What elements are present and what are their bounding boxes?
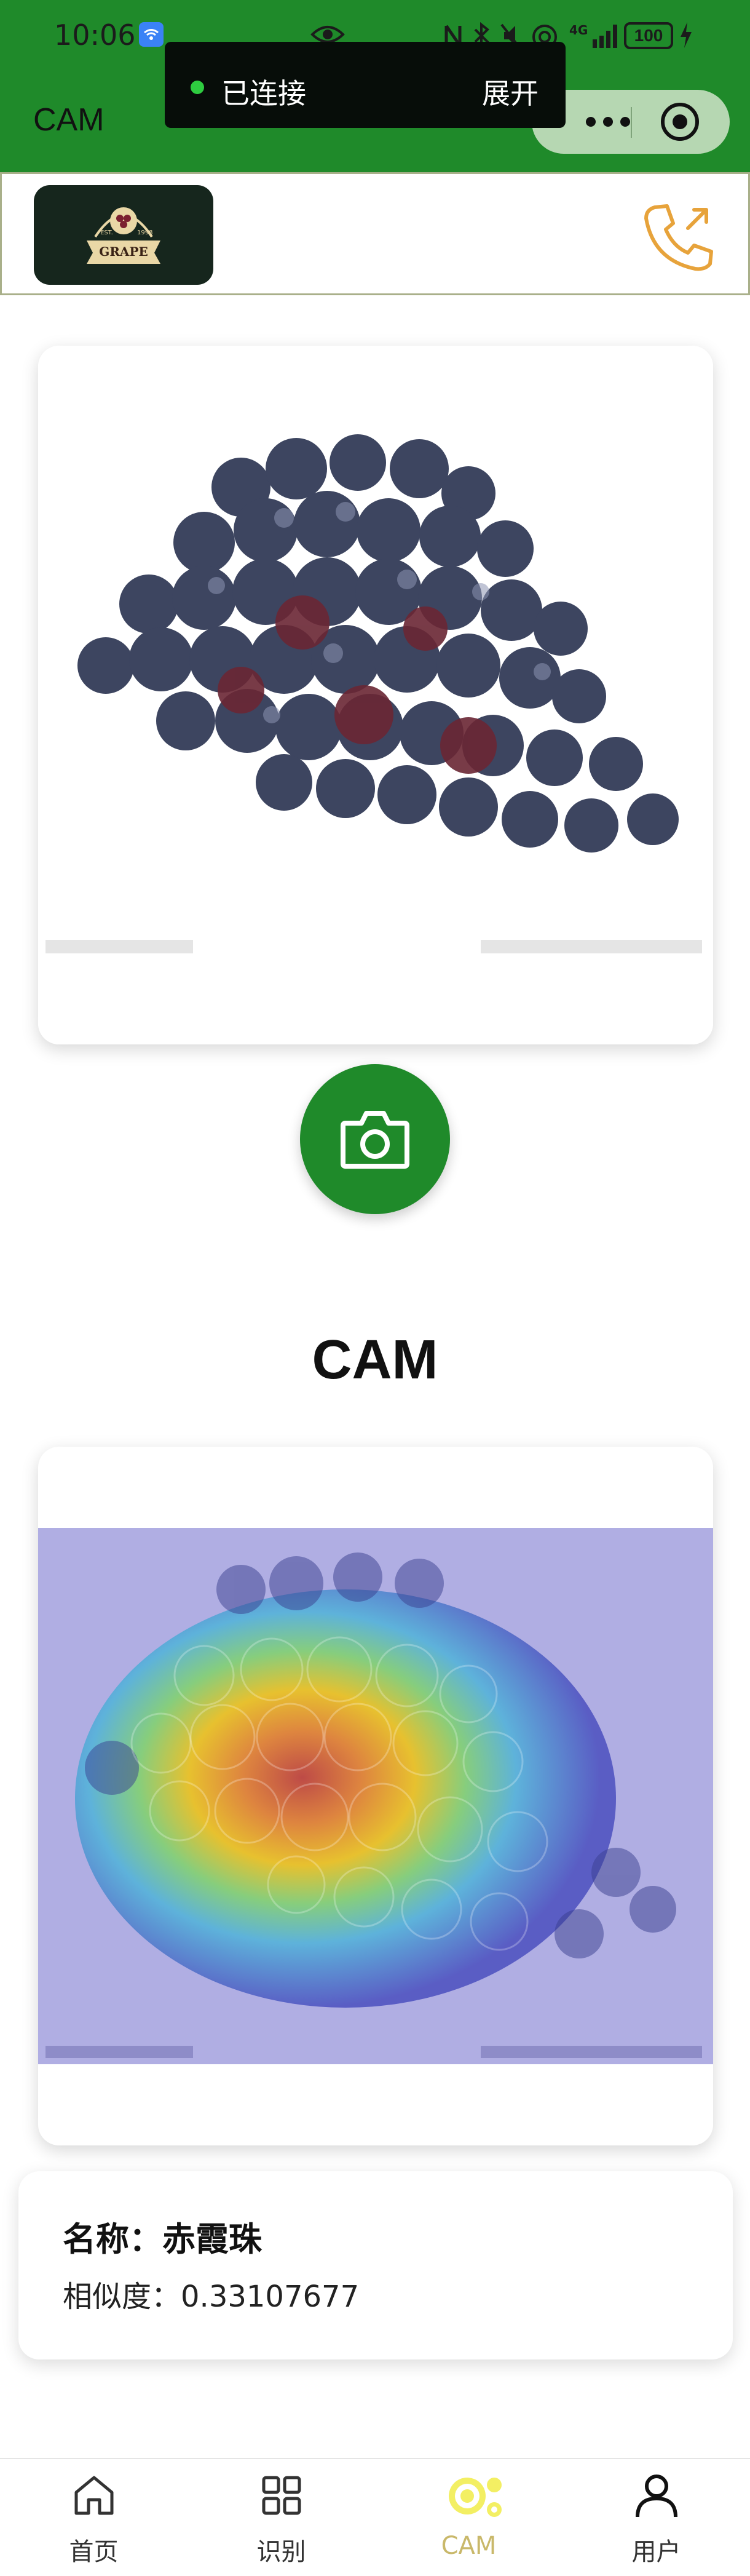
user-icon (636, 2475, 677, 2518)
result-name-label: 名称： (63, 2220, 162, 2259)
grid-icon (262, 2476, 301, 2515)
toast-text: 已连接 (221, 77, 306, 110)
cam-heatmap-image (38, 1528, 713, 2064)
connected-dot-icon (191, 81, 204, 94)
more-button[interactable] (569, 107, 636, 137)
battery-indicator: 100 (624, 22, 673, 49)
result-name-value: 赤霞珠 (162, 2220, 262, 2259)
uploaded-image-card (38, 346, 713, 1044)
tab-recognize-label: 识别 (256, 2538, 306, 2566)
logo-text: GRAPE (99, 244, 148, 259)
tab-cam[interactable]: CAM (375, 2459, 562, 2576)
capsule-divider (631, 107, 632, 138)
recognition-result-card: 名称：赤霞珠 相似度：0.33107677 (18, 2171, 733, 2359)
tab-home-label: 首页 (69, 2538, 119, 2566)
tab-home[interactable]: 首页 (0, 2459, 188, 2576)
cam-target-icon (449, 2478, 502, 2517)
grape-logo: EST. 1998 GRAPE (34, 185, 213, 285)
grape-photo (38, 346, 713, 1044)
result-similarity-row: 相似度：0.33107677 (63, 2272, 359, 2315)
svg-text:EST.: EST. (100, 229, 113, 236)
cam-section-title: CAM (312, 1329, 438, 1391)
status-time: 10:06 (54, 18, 136, 52)
tab-cam-label: CAM (441, 2532, 497, 2560)
signal-4g-icon: 4G (569, 23, 617, 48)
page-title: CAM (33, 102, 105, 138)
home-icon (74, 2476, 114, 2515)
svg-text:4G: 4G (569, 23, 588, 38)
tab-recognize[interactable]: 识别 (188, 2459, 375, 2576)
tab-user[interactable]: 用户 (562, 2459, 750, 2576)
cam-heatmap-card (38, 1447, 713, 2145)
toast-expand-button[interactable]: 展开 (482, 71, 539, 112)
svg-text:1998: 1998 (137, 229, 152, 236)
top-header: 10:06 4G 100 CAM 已连接 展开 (0, 0, 750, 172)
close-miniprogram-button[interactable] (661, 103, 699, 141)
phone-icon[interactable] (641, 199, 717, 278)
bottom-tab-bar: 首页 识别 CAM 用户 (0, 2458, 750, 2576)
tab-user-label: 用户 (631, 2538, 681, 2566)
brand-bar: EST. 1998 GRAPE (0, 172, 750, 295)
connection-toast: 已连接 展开 (165, 42, 566, 128)
take-photo-button[interactable] (300, 1064, 450, 1214)
similarity-value: 0.33107677 (181, 2280, 360, 2314)
wifi-icon (139, 22, 164, 47)
charging-icon (679, 21, 693, 52)
camera-icon (341, 1111, 409, 1169)
result-name-row: 名称：赤霞珠 (63, 2212, 262, 2260)
similarity-label: 相似度： (63, 2280, 181, 2314)
